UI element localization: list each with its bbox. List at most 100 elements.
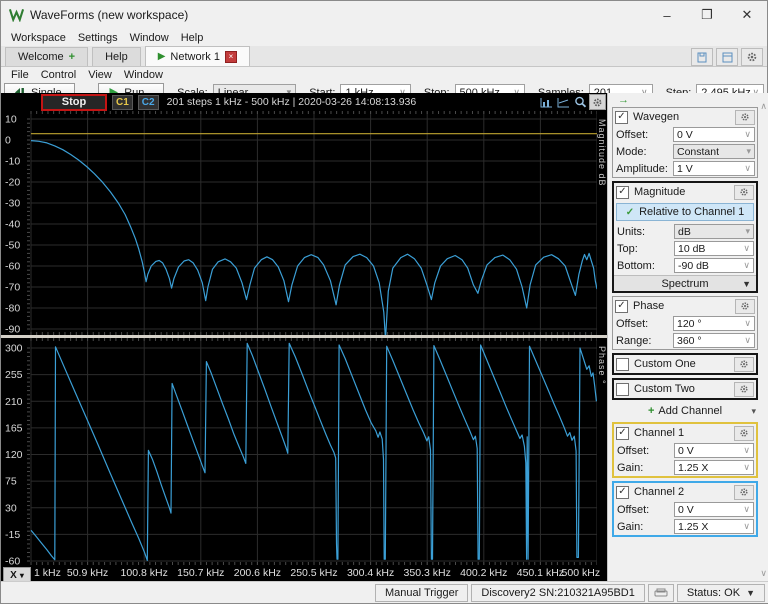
panel-scroll-up-icon[interactable]: ∧	[760, 101, 767, 112]
status-bar: Manual Trigger Discovery2 SN:210321A95BD…	[1, 581, 768, 603]
x-tick-label: 500 kHz	[561, 567, 601, 579]
layout-window-icon[interactable]	[716, 48, 738, 66]
y-tick-label: -90	[5, 324, 20, 336]
device-icon[interactable]	[647, 583, 674, 602]
channel1-offset-input[interactable]: 0 V ∨	[674, 443, 754, 458]
custom-two-section: Custom Two	[612, 378, 758, 400]
magnitude-axis-label: Magnitude dB	[597, 111, 607, 335]
wavegen-gear-icon[interactable]	[735, 109, 755, 125]
chevron-down-icon: ▼	[742, 278, 751, 289]
chevron-down-icon: ∨	[743, 462, 750, 472]
plot-area: Stop C1 C2 201 steps 1 kHz - 500 kHz | 2…	[1, 93, 607, 583]
expand-arrow-icon[interactable]: →	[618, 94, 629, 106]
channel2-section: ✓ Channel 2 Offset: 0 V ∨ Gain: 1.25 X ∨	[612, 481, 758, 537]
phase-plot[interactable]: 300 255 210 165 120 75 30 -15 -60	[1, 338, 597, 565]
panel-scroll-down-icon[interactable]: ∨	[760, 568, 767, 579]
device-status[interactable]: Discovery2 SN:210321A95BD1	[471, 583, 645, 602]
x-tick-label: 300.4 kHz	[346, 567, 395, 579]
wavegen-header: ✓ Wavegen	[613, 108, 757, 126]
workspace-gear-icon[interactable]	[741, 48, 763, 66]
menu-workspace[interactable]: Workspace	[5, 32, 72, 44]
minimize-button[interactable]: –	[647, 1, 687, 29]
chevron-down-icon: ▾	[751, 405, 756, 416]
tab-network-label: Network 1	[170, 50, 220, 63]
wavegen-section: ✓ Wavegen Offset: 0 V ∨ Mode: Constant ▾…	[612, 107, 758, 178]
menu-settings[interactable]: Settings	[72, 32, 124, 44]
add-workspace-icon[interactable]: +	[69, 51, 75, 63]
wavegen-checkbox[interactable]: ✓	[615, 110, 628, 124]
units-select[interactable]: dB ▾	[674, 224, 754, 239]
menu-help[interactable]: Help	[175, 32, 210, 44]
cursors-icon[interactable]	[538, 94, 555, 110]
custom-one-title: Custom One	[634, 358, 696, 370]
relative-to-channel1-button[interactable]: ✓ Relative to Channel 1	[616, 203, 754, 221]
wavegen-title: Wavegen	[633, 111, 680, 123]
tab-welcome[interactable]: Welcome +	[5, 47, 89, 66]
plot-header: Stop C1 C2 201 steps 1 kHz - 500 kHz | 2…	[1, 93, 607, 111]
window-controls: – ❐ ✕	[647, 1, 767, 29]
channel2-gear-icon[interactable]	[734, 484, 754, 500]
top-value: 10 dB	[678, 242, 706, 255]
phase-offset-input[interactable]: 120 ° ∨	[673, 316, 755, 331]
menu-file[interactable]: File	[5, 69, 35, 81]
menu-window2[interactable]: Window	[118, 69, 169, 81]
stop-acquisition-button[interactable]: Stop	[41, 93, 107, 111]
save-project-icon[interactable]	[691, 48, 713, 66]
y-tick-label: -10	[5, 156, 20, 168]
channel2-gain-input[interactable]: 1.25 X ∨	[674, 519, 754, 534]
phase-offset-label: Offset:	[616, 317, 649, 330]
spectrum-label: Spectrum	[661, 277, 709, 290]
top-input[interactable]: 10 dB ∨	[674, 241, 754, 256]
status-ok[interactable]: Status: OK ▼	[676, 583, 765, 602]
channel2-offset-input[interactable]: 0 V ∨	[674, 502, 754, 517]
custom-one-checkbox[interactable]	[616, 357, 629, 371]
tab-network[interactable]: ▶ Network 1 ×	[144, 46, 250, 66]
magnitude-checkbox[interactable]: ✓	[616, 185, 629, 199]
channel1-checkbox[interactable]: ✓	[616, 426, 629, 440]
wavegen-mode-select[interactable]: Constant ▾	[673, 144, 755, 159]
x-tick-label: 400.2 kHz	[460, 567, 508, 579]
spectrum-dropdown[interactable]: Spectrum ▼	[614, 275, 756, 291]
magnitude-bottom-row: Bottom: -90 dB ∨	[614, 257, 756, 274]
channel2-gain-row: Gain: 1.25 X ∨	[614, 518, 756, 535]
chevron-down-icon: ∨	[744, 335, 751, 345]
phase-range-input[interactable]: 360 ° ∨	[673, 333, 755, 348]
y-tick-label: 300	[5, 343, 23, 355]
channel1-offset-row: Offset: 0 V ∨	[614, 442, 756, 459]
bottom-value: -90 dB	[678, 259, 709, 272]
trigger-status[interactable]: Manual Trigger	[375, 583, 469, 602]
x-tick-label: 150.7 kHz	[177, 567, 225, 579]
plus-icon: +	[647, 405, 655, 417]
maximize-button[interactable]: ❐	[687, 1, 727, 29]
zoom-icon[interactable]	[572, 94, 589, 110]
tab-close-icon[interactable]: ×	[224, 50, 237, 63]
add-channel-button[interactable]: + Add Channel ▾	[612, 403, 758, 419]
measure-icon[interactable]	[555, 94, 572, 110]
tab-help[interactable]: Help	[92, 47, 141, 66]
channel2-checkbox[interactable]: ✓	[616, 485, 629, 499]
ch1-offset-value: 0 V	[678, 444, 694, 457]
magnitude-plot[interactable]: 10 0 -10 -20 -30 -40 -50 -60 -70 -80 -90	[1, 111, 597, 335]
channel1-badge[interactable]: C1	[112, 94, 133, 110]
plot-settings-gear-icon[interactable]	[589, 94, 606, 110]
menu-control[interactable]: Control	[35, 69, 82, 81]
channel2-badge[interactable]: C2	[137, 94, 159, 110]
custom-one-gear-icon[interactable]	[734, 356, 754, 372]
phase-gear-icon[interactable]	[735, 298, 755, 314]
channel1-gear-icon[interactable]	[734, 425, 754, 441]
custom-two-gear-icon[interactable]	[734, 381, 754, 397]
phase-checkbox[interactable]: ✓	[615, 299, 628, 313]
bottom-input[interactable]: -90 dB ∨	[674, 258, 754, 273]
magnitude-gear-icon[interactable]	[734, 184, 754, 200]
menu-view[interactable]: View	[82, 69, 118, 81]
menu-window[interactable]: Window	[124, 32, 175, 44]
sweep-status-text: 201 steps 1 kHz - 500 kHz | 2020-03-26 1…	[166, 96, 417, 108]
custom-two-checkbox[interactable]	[616, 382, 629, 396]
wavegen-offset-input[interactable]: 0 V ∨	[673, 127, 755, 142]
wavegen-amplitude-input[interactable]: 1 V ∨	[673, 161, 755, 176]
chevron-down-icon: ∨	[743, 504, 750, 514]
channel1-gain-input[interactable]: 1.25 X ∨	[674, 460, 754, 475]
close-button[interactable]: ✕	[727, 1, 767, 29]
phase-range-row: Range: 360 ° ∨	[613, 332, 757, 349]
channel2-header: ✓ Channel 2	[614, 483, 756, 501]
